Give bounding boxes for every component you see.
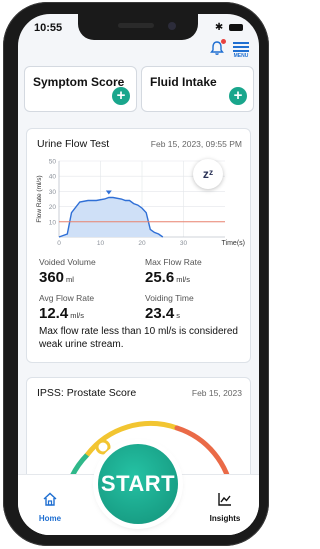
symptom-score-card[interactable]: Symptom Score + [24,66,137,112]
x-tick-label: 20 [138,240,146,247]
flow-rate-note: Max flow rate less than 10 ml/s is consi… [39,326,238,350]
y-tick-label: 30 [49,189,57,196]
fluid-intake-label: Fluid Intake [150,75,217,89]
status-time: 10:55 [34,22,63,34]
menu-bar-icon [233,46,249,48]
status-icons: ✱ [215,22,243,33]
camera [168,22,176,30]
avg-flow-value: 12.4 ml/s [39,305,84,322]
voiding-time-label: Voiding Time [145,293,194,303]
x-tick-label: 10 [97,240,105,247]
nav-home-label: Home [38,514,62,523]
y-axis-label: Flow Rate (ml/s) [36,175,43,222]
notch [78,14,198,40]
menu-bar-icon [233,50,249,52]
bluetooth-icon: ✱ [214,22,224,33]
home-icon [43,492,57,506]
max-flow-label: Max Flow Rate [145,257,202,267]
menu-button[interactable]: MENU [231,40,251,60]
urine-flow-date: Feb 15, 2023, 09:55 PM [150,139,242,149]
gauge-marker [95,439,111,455]
fluid-intake-card[interactable]: Fluid Intake + [141,66,254,112]
ipss-date: Feb 15, 2023 [191,388,242,398]
x-tick-label: 30 [180,240,188,247]
y-tick-label: 40 [49,174,57,181]
insights-chart-icon [218,493,231,506]
avg-flow-label: Avg Flow Rate [39,293,95,303]
x-tick-label: 0 [57,240,61,247]
sleep-icon[interactable]: zᶻ [193,159,223,189]
start-button[interactable]: START [98,444,178,524]
y-tick-label: 50 [49,159,57,166]
nav-home[interactable]: Home [30,491,70,523]
voided-volume-value: 360 ml [39,269,74,286]
phone-frame: 10:55 ✱ MENU Symptom Score + Fluid Intak… [3,2,269,546]
speaker [118,23,154,28]
nav-insights-label: Insights [209,514,241,523]
x-axis-label: Time(s) [222,240,245,247]
ipss-title: IPSS: Prostate Score [37,387,137,399]
app-screen: 10:55 ✱ MENU Symptom Score + Fluid Intak… [18,14,259,535]
symptom-score-label: Symptom Score [33,75,125,89]
urine-flow-card[interactable]: Urine Flow Test Feb 15, 2023, 09:55 PM 1… [26,128,251,363]
voiding-time-value: 23.4 s [145,305,180,322]
voided-volume-label: Voided Volume [39,257,96,267]
add-symptom-score-button[interactable]: + [112,87,130,105]
max-flow-marker [105,190,112,195]
nav-insights[interactable]: Insights [205,491,245,523]
notification-dot [221,39,226,44]
y-tick-label: 20 [49,204,57,211]
add-fluid-intake-button[interactable]: + [229,87,247,105]
battery-icon [229,23,243,31]
menu-bar-icon [233,42,249,44]
y-tick-label: 10 [49,219,57,226]
urine-flow-title: Urine Flow Test [37,138,110,150]
menu-label: MENU [233,53,249,59]
max-flow-value: 25.6 ml/s [145,269,190,286]
